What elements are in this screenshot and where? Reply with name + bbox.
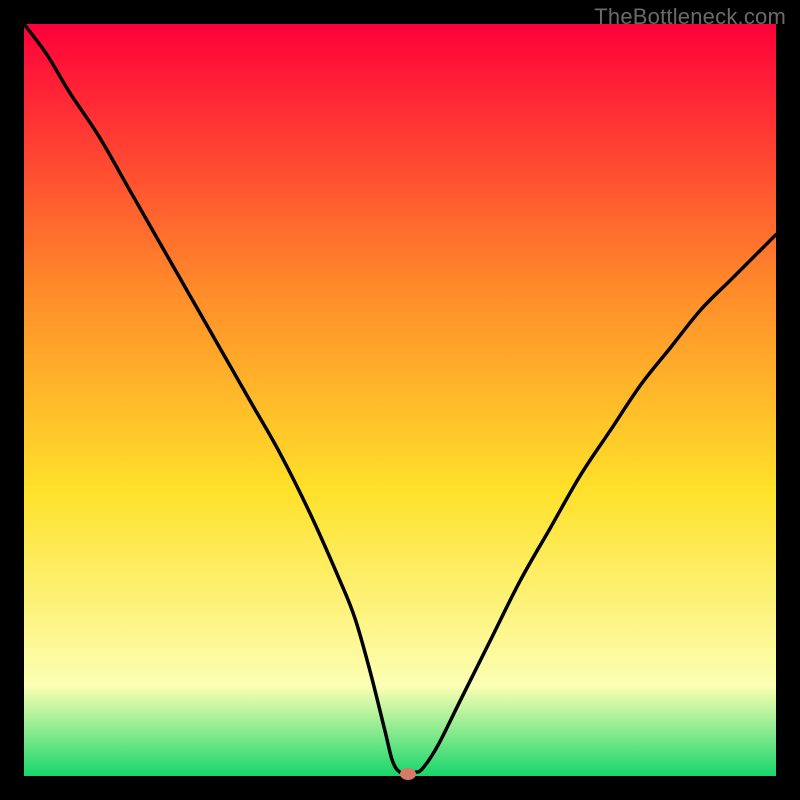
optimum-marker <box>400 768 416 780</box>
chart-svg <box>24 24 776 776</box>
chart-container: TheBottleneck.com <box>0 0 800 800</box>
watermark-text: TheBottleneck.com <box>594 4 786 30</box>
gradient-background <box>24 24 776 776</box>
plot-area <box>24 24 776 776</box>
